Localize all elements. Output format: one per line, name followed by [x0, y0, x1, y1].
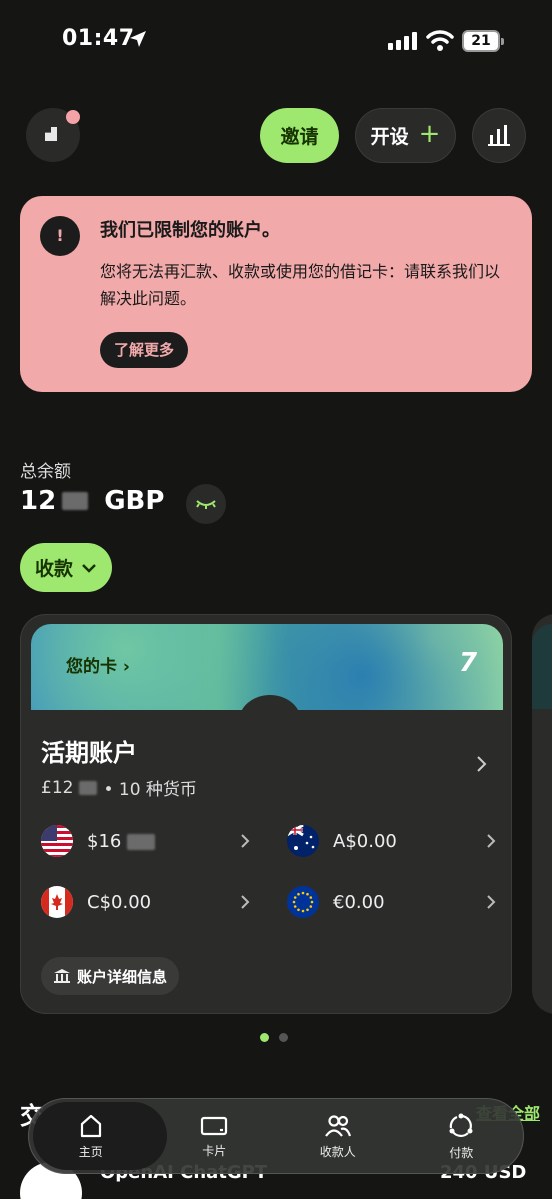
- balance-currency: GBP: [104, 486, 165, 516]
- account-amount-masked: [79, 780, 98, 795]
- pager-dot[interactable]: [279, 1033, 288, 1042]
- your-card-label: 您的卡: [66, 657, 117, 677]
- bar-chart-icon: [488, 125, 510, 146]
- usd-amount: $16: [87, 831, 239, 852]
- currency-aud[interactable]: A$0.00: [287, 821, 497, 861]
- receive-button[interactable]: 收款: [20, 543, 112, 592]
- cellular-signal-icon: [388, 32, 417, 50]
- bottom-navigation: 主页 卡片 收款人 付款: [28, 1098, 524, 1174]
- nav-recipients[interactable]: 收款人: [276, 1098, 400, 1174]
- receive-label: 收款: [34, 558, 73, 580]
- profile-avatar[interactable]: [26, 108, 80, 162]
- alert-title: 我们已限制您的账户。: [100, 220, 280, 241]
- next-card-peek[interactable]: [532, 614, 552, 1014]
- wise-logo-icon: 7: [459, 648, 478, 678]
- nav-payments-label: 付款: [449, 1145, 474, 1160]
- total-balance-amount: 12 GBP: [20, 486, 164, 516]
- account-amount: £12: [41, 777, 74, 798]
- balance-visible-digits: 12: [20, 486, 57, 516]
- nav-cards-label: 卡片: [202, 1143, 227, 1158]
- battery-icon: 21: [462, 30, 504, 52]
- nav-payments[interactable]: 付款: [400, 1098, 524, 1174]
- alert-body: 您将无法再汇款、收款或使用您的借记卡：请联系我们以解决此问题。: [100, 262, 501, 308]
- recipients-icon: [324, 1114, 351, 1137]
- profile-initial-icon: [45, 127, 57, 141]
- account-restricted-alert: ! 我们已限制您的账户。 您将无法再汇款、收款或使用您的借记卡：请联系我们以解决…: [20, 196, 532, 392]
- alert-icon: !: [40, 216, 80, 256]
- your-card-link[interactable]: 您的卡 ›: [66, 652, 130, 677]
- account-details-label: 账户详细信息: [77, 967, 168, 986]
- invite-button[interactable]: 邀请: [260, 108, 339, 163]
- ca-flag-icon: [41, 886, 73, 918]
- chevron-right-icon: [241, 895, 250, 909]
- invite-label: 邀请: [280, 126, 319, 148]
- insights-button[interactable]: [472, 108, 526, 163]
- toggle-balance-visibility-button[interactable]: [186, 484, 226, 524]
- eu-flag-icon: [287, 886, 319, 918]
- status-time: 01:47: [62, 26, 135, 51]
- chevron-right-icon: [477, 756, 487, 772]
- us-flag-icon: [41, 825, 73, 857]
- wifi-icon: [426, 30, 454, 51]
- chevron-right-icon: [241, 834, 250, 848]
- current-account-card[interactable]: 您的卡 › 7 活期账户 £12 • 10 种货币 $16 A$0.00 C$0…: [20, 614, 512, 1014]
- bank-icon: [54, 969, 70, 983]
- status-bar: 01:47 21: [0, 22, 552, 62]
- eur-amount: €0.00: [333, 891, 385, 913]
- home-icon: [80, 1114, 101, 1137]
- aud-amount: A$0.00: [333, 830, 397, 852]
- eye-closed-icon: [196, 500, 216, 509]
- payments-icon: [449, 1113, 473, 1137]
- nav-cards[interactable]: 卡片: [153, 1098, 277, 1174]
- cad-amount: C$0.00: [87, 891, 152, 913]
- open-account-button[interactable]: 开设 +: [355, 108, 456, 163]
- total-balance-label: 总余额: [20, 462, 71, 482]
- currency-eur[interactable]: €0.00: [287, 882, 497, 922]
- chevron-right-icon: [487, 895, 496, 909]
- nav-home[interactable]: 主页: [29, 1098, 167, 1174]
- chevron-right-icon: [487, 834, 496, 848]
- account-title: 活期账户: [41, 739, 137, 767]
- notification-dot: [66, 110, 80, 124]
- plus-icon: +: [418, 119, 441, 149]
- chevron-down-icon: [82, 563, 96, 573]
- learn-more-button[interactable]: 了解更多: [100, 332, 189, 368]
- chevron-right-icon: ›: [122, 657, 130, 677]
- nav-home-label: 主页: [78, 1144, 103, 1159]
- account-currency-count: • 10 种货币: [103, 780, 197, 800]
- open-label: 开设: [370, 126, 409, 148]
- account-details-button[interactable]: 账户详细信息: [41, 957, 180, 995]
- balance-masked: [62, 492, 89, 510]
- account-summary: £12 • 10 种货币: [41, 775, 197, 801]
- pager-dot-active[interactable]: [260, 1033, 269, 1042]
- nav-recipients-label: 收款人: [319, 1144, 356, 1159]
- au-flag-icon: [287, 825, 319, 857]
- location-arrow-icon: [130, 31, 146, 47]
- currency-cad[interactable]: C$0.00: [41, 882, 251, 922]
- card-pager: [260, 1033, 288, 1042]
- card-icon: [201, 1116, 228, 1135]
- currency-usd[interactable]: $16: [41, 821, 251, 861]
